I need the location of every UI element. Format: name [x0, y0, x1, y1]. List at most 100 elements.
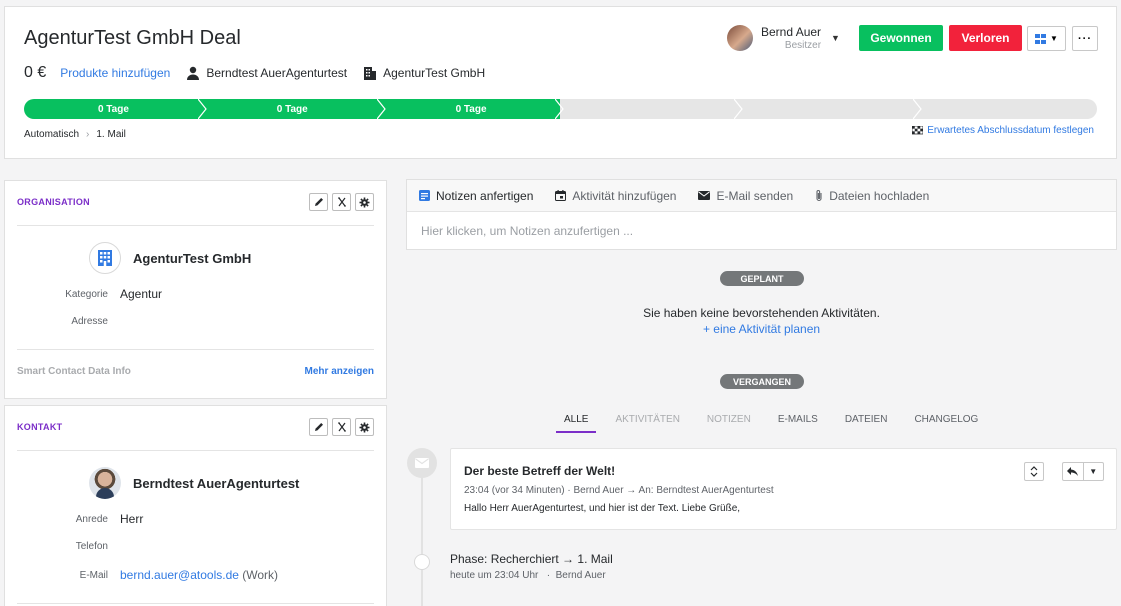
email-type: (Work) — [242, 568, 279, 582]
contact-avatar — [89, 467, 121, 499]
unlink-icon — [337, 422, 346, 432]
expand-icon — [1030, 466, 1038, 477]
smart-contact-data-info: Smart Contact Data Info — [17, 366, 131, 377]
organisation-card-tools — [309, 193, 374, 211]
organisation-card-title: ORGANISATION — [17, 197, 90, 207]
deal-header: AgenturTest GmbH Deal 0 € Produkte hinzu… — [4, 6, 1117, 159]
divider — [17, 450, 374, 451]
more-options-button[interactable]: ··· — [1072, 26, 1098, 51]
stage-duration: 0 Tage — [97, 103, 129, 115]
tab-label: E-Mail senden — [716, 188, 794, 203]
contact-name[interactable]: Berndtest AuerAgenturtest — [133, 476, 299, 491]
filter-tab-activities[interactable]: AKTIVITÄTEN — [607, 414, 687, 433]
organisation-card: ORGANISATION AgenturTest GmbH Kategorie … — [4, 180, 387, 399]
email-subject[interactable]: Der beste Betreff der Welt! — [464, 464, 615, 478]
planned-section-pill: GEPLANT — [720, 271, 804, 286]
won-button[interactable]: Gewonnen — [859, 25, 943, 51]
pipeline-stage[interactable] — [560, 99, 744, 119]
email-link[interactable]: bernd.auer@atools.de — [120, 568, 239, 582]
field-category: Kategorie Agentur — [5, 287, 162, 301]
no-upcoming-activities-message: Sie haben keine bevorstehenden Aktivität… — [643, 306, 880, 320]
breadcrumb: Automatisch › 1. Mail — [24, 129, 126, 140]
tab-files[interactable]: Dateien hochladen — [815, 189, 929, 203]
filter-tab-files[interactable]: DATEIEN — [837, 414, 896, 433]
envelope-icon — [415, 458, 429, 468]
activity-composer: Notizen anfertigen Aktivität hinzufügen … — [406, 179, 1117, 250]
breadcrumb-pipeline[interactable]: Automatisch — [24, 129, 79, 140]
checkered-flag-icon — [912, 125, 924, 134]
deal-meta: 0 € Produkte hinzufügen Berndtest AuerAg… — [24, 64, 485, 82]
filter-tab-notes[interactable]: NOTIZEN — [699, 414, 759, 433]
timeline-line — [421, 470, 423, 606]
field-value[interactable]: Herr — [120, 512, 143, 526]
owner-selector[interactable]: Bernd Auer Besitzer ▼ — [727, 25, 840, 51]
contact-card-tools — [309, 418, 374, 436]
deal-person-name: Berndtest AuerAgenturtest — [206, 66, 348, 80]
unlink-button[interactable] — [332, 418, 351, 436]
deal-title[interactable]: AgenturTest GmbH Deal — [24, 27, 241, 50]
edit-button[interactable] — [309, 418, 328, 436]
building-icon — [364, 67, 377, 80]
field-salutation: Anrede Herr — [5, 512, 144, 526]
notes-input[interactable]: Hier klicken, um Notizen anzufertigen ..… — [407, 212, 1116, 249]
pencil-icon — [314, 198, 323, 206]
phase-change-meta: heute um 23:04 Uhr · Bernd Auer — [450, 570, 606, 581]
past-section-pill: VERGANGEN — [720, 374, 804, 389]
caret-down-icon: ▼ — [1089, 467, 1098, 476]
gear-icon — [359, 197, 370, 207]
field-value[interactable]: Agentur — [120, 287, 162, 301]
tab-label: Notizen anfertigen — [436, 188, 534, 203]
filter-tab-emails[interactable]: E-MAILS — [770, 414, 826, 433]
caret-down-icon: ▼ — [831, 33, 840, 43]
lost-button[interactable]: Verloren — [949, 25, 1022, 51]
caret-down-icon: ▼ — [1050, 34, 1058, 43]
email-preview: Hallo Herr AuerAgenturtest, und hier ist… — [464, 503, 741, 514]
email-item[interactable]: Der beste Betreff der Welt! 23:04 (vor 3… — [450, 448, 1117, 530]
field-label: Anrede — [75, 513, 108, 525]
settings-button[interactable] — [355, 418, 374, 436]
tab-email[interactable]: E-Mail senden — [698, 189, 793, 203]
unlink-icon — [337, 197, 346, 207]
unlink-button[interactable] — [332, 193, 351, 211]
deal-organization[interactable]: AgenturTest GmbH — [363, 66, 485, 80]
reply-options-button[interactable]: ▼ — [1082, 463, 1104, 480]
plan-activity-link-text[interactable]: + eine Aktivität planen — [703, 322, 820, 336]
tab-activity[interactable]: Aktivität hinzufügen — [555, 189, 676, 203]
stage-duration: 0 Tage — [455, 103, 487, 115]
divider — [17, 349, 374, 350]
pipeline-stage[interactable]: 0 Tage — [381, 99, 565, 119]
view-switch-button[interactable]: ▼ — [1027, 26, 1066, 51]
grid-icon — [1035, 33, 1047, 44]
filter-tab-all[interactable]: ALLE — [556, 414, 597, 433]
composer-tabs: Notizen anfertigen Aktivität hinzufügen … — [407, 180, 1116, 212]
organisation-entity: AgenturTest GmbH — [89, 242, 251, 274]
field-address: Adresse — [5, 316, 120, 327]
expected-close-date-link[interactable]: Erwartetes Abschlussdatum festlegen — [912, 125, 1094, 136]
tab-label: Aktivität hinzufügen — [572, 188, 677, 203]
expand-button[interactable] — [1024, 462, 1044, 481]
pipeline-stage[interactable]: 0 Tage — [202, 99, 386, 119]
organisation-name[interactable]: AgenturTest GmbH — [133, 251, 251, 266]
pipeline-stage[interactable] — [739, 99, 922, 119]
divider — [17, 603, 374, 604]
breadcrumb-stage: 1. Mail — [96, 129, 126, 140]
show-more-link[interactable]: Mehr anzeigen — [305, 366, 374, 377]
contact-card: KONTAKT Berndtest AuerAgenturtest Anrede… — [4, 405, 387, 606]
edit-button[interactable] — [309, 193, 328, 211]
divider — [17, 225, 374, 226]
add-products-link[interactable]: Produkte hinzufügen — [60, 66, 170, 80]
pipeline-stage[interactable]: 0 Tage — [24, 99, 207, 119]
field-email: E-Mail bernd.auer@atools.de (Work) — [5, 568, 278, 582]
deal-person[interactable]: Berndtest AuerAgenturtest — [186, 66, 347, 80]
person-icon — [187, 66, 200, 80]
expected-close-date-label: Erwartetes Abschlussdatum festlegen — [927, 125, 1094, 136]
settings-button[interactable] — [355, 193, 374, 211]
timeline-email-marker — [407, 448, 437, 478]
pipeline-stage[interactable] — [918, 99, 1097, 119]
filter-tab-changelog[interactable]: CHANGELOG — [906, 414, 986, 433]
note-icon — [419, 190, 430, 201]
deal-value[interactable]: 0 € — [24, 64, 46, 82]
reply-button[interactable] — [1063, 463, 1083, 480]
owner-name: Bernd Auer — [761, 25, 822, 39]
tab-notes[interactable]: Notizen anfertigen — [419, 189, 533, 203]
